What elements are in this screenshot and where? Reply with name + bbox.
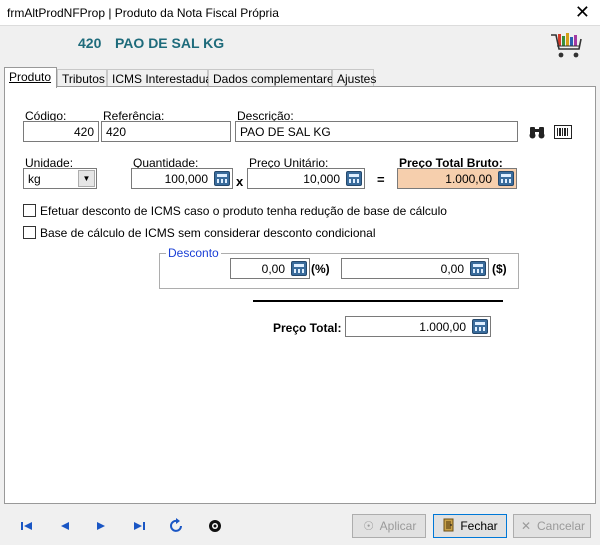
- descricao-field[interactable]: PAO DE SAL KG: [235, 121, 518, 142]
- calculator-icon[interactable]: [346, 171, 362, 186]
- fechar-button[interactable]: Fechar: [433, 514, 507, 538]
- title-bar: frmAltProdNFProp | Produto da Nota Fisca…: [0, 0, 600, 26]
- last-icon[interactable]: [130, 518, 148, 534]
- multiply-sign: x: [236, 174, 244, 189]
- preco-unitario-field[interactable]: 10,000: [247, 168, 365, 189]
- record-icon[interactable]: [206, 518, 224, 534]
- total-separator: [253, 300, 503, 302]
- door-exit-icon: [443, 518, 454, 532]
- calculator-icon[interactable]: [498, 171, 514, 186]
- base-calculo-checkbox[interactable]: [23, 226, 36, 239]
- produto-panel: Código: 420 Referência: 420 Descrição: P…: [4, 86, 596, 504]
- equals-sign: =: [377, 172, 385, 187]
- cancel-icon: ✕: [520, 519, 532, 533]
- aplicar-button[interactable]: ☉ Aplicar: [352, 514, 426, 538]
- binoculars-icon[interactable]: [529, 125, 545, 139]
- refresh-icon[interactable]: [168, 518, 186, 534]
- tab-produto[interactable]: Produto: [4, 67, 57, 88]
- cancelar-label: Cancelar: [536, 519, 586, 533]
- fechar-label: Fechar: [460, 519, 498, 533]
- first-icon[interactable]: [18, 518, 36, 534]
- close-icon[interactable]: ✕: [575, 2, 590, 22]
- tab-tributos-label: Tributos: [62, 72, 105, 86]
- value-unit: ($): [492, 262, 507, 276]
- unidade-select[interactable]: kg ▼: [23, 168, 97, 189]
- next-icon[interactable]: [92, 518, 110, 534]
- calculator-icon[interactable]: [291, 261, 307, 276]
- desconto-percent-value: 0,00: [261, 262, 285, 276]
- tab-tributos[interactable]: Tributos: [57, 69, 107, 87]
- tab-dados-complementares-label: Dados complementares: [213, 72, 340, 86]
- preco-total-bruto-value: 1.000,00: [445, 172, 492, 186]
- preco-unitario-value: 10,000: [303, 172, 340, 186]
- percent-unit: (%): [311, 262, 330, 276]
- preco-total-value: 1.000,00: [419, 320, 466, 334]
- desconto-value-field[interactable]: 0,00: [341, 258, 489, 279]
- desconto-icms-label: Efetuar desconto de ICMS caso o produto …: [40, 204, 447, 218]
- tab-ajustes[interactable]: Ajustes: [332, 69, 377, 87]
- tab-icms-interestadual[interactable]: ICMS Interestadual: [107, 69, 215, 87]
- previous-icon[interactable]: [56, 518, 74, 534]
- product-header: 420 PAO DE SAL KG: [0, 27, 600, 67]
- aplicar-label: Aplicar: [379, 519, 417, 533]
- calculator-icon[interactable]: [214, 171, 230, 186]
- tab-icms-interestadual-label: ICMS Interestadual: [112, 72, 215, 86]
- barcode-icon[interactable]: [554, 125, 572, 139]
- desconto-legend: Desconto: [166, 246, 221, 260]
- quantidade-value: 100,000: [164, 172, 208, 186]
- shopping-cart-icon: [551, 33, 582, 58]
- codigo-field[interactable]: 420: [23, 121, 99, 142]
- chevron-down-icon[interactable]: ▼: [78, 170, 95, 187]
- header-product-name: PAO DE SAL KG: [115, 35, 225, 51]
- base-calculo-label: Base de cálculo de ICMS sem considerar d…: [40, 226, 376, 240]
- preco-total-label: Preço Total:: [273, 321, 342, 335]
- desconto-icms-checkbox[interactable]: [23, 204, 36, 217]
- desconto-percent-field[interactable]: 0,00: [230, 258, 310, 279]
- unidade-value: kg: [28, 172, 41, 186]
- calculator-icon[interactable]: [472, 319, 488, 334]
- tab-produto-label: Produto: [9, 70, 52, 84]
- window-title: frmAltProdNFProp | Produto da Nota Fisca…: [7, 6, 279, 20]
- tab-ajustes-label: Ajustes: [337, 72, 377, 86]
- calculator-icon[interactable]: [470, 261, 486, 276]
- apply-icon: ☉: [363, 519, 375, 533]
- tab-dados-complementares[interactable]: Dados complementares: [208, 69, 340, 87]
- desconto-value: 0,00: [440, 262, 464, 276]
- preco-total-field[interactable]: 1.000,00: [345, 316, 491, 337]
- referencia-field[interactable]: 420: [101, 121, 231, 142]
- quantidade-field[interactable]: 100,000: [131, 168, 233, 189]
- preco-total-bruto-field[interactable]: 1.000,00: [397, 168, 517, 189]
- header-product-code: 420: [78, 35, 102, 51]
- cancelar-button[interactable]: ✕ Cancelar: [513, 514, 591, 538]
